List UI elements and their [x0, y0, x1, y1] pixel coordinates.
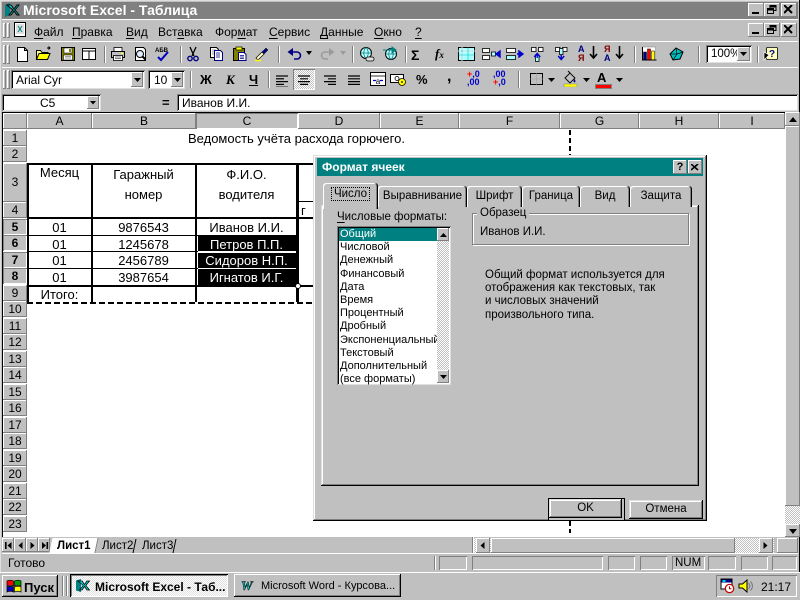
svg-text:W: W [241, 578, 254, 593]
svg-text:?: ? [769, 49, 775, 60]
svg-text:a: a [376, 77, 381, 86]
